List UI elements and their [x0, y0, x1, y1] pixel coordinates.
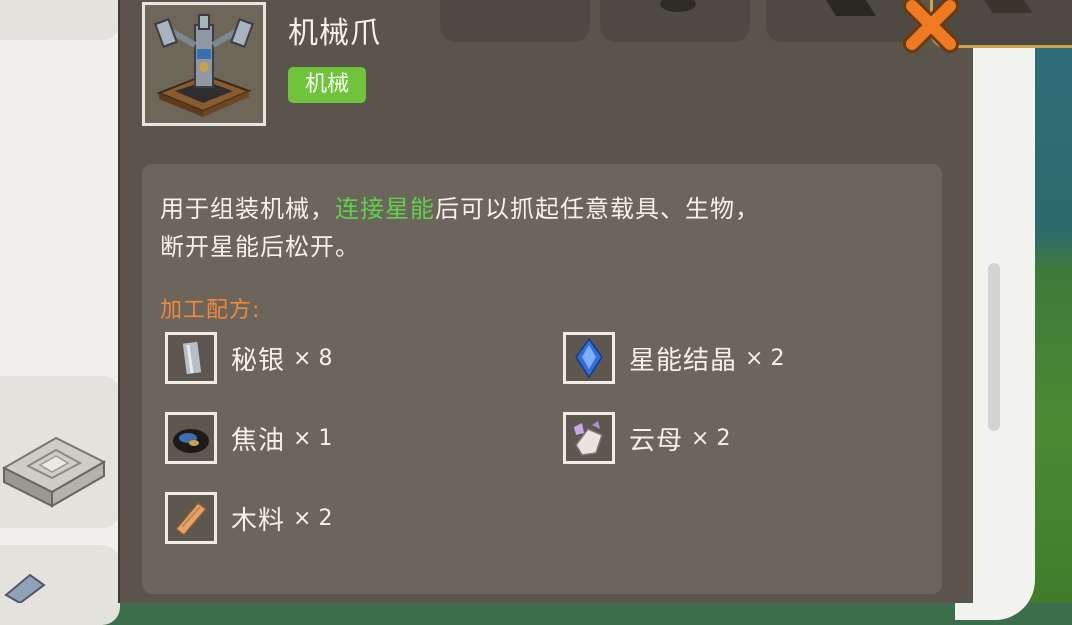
- ingredient-name: 星能结晶: [629, 345, 738, 376]
- ingredient-item[interactable]: 木料 × 2: [165, 492, 332, 544]
- ingredient-item[interactable]: 星能结晶 × 2: [563, 332, 784, 384]
- ingredient-name: 焦油: [231, 425, 286, 456]
- description-text: 断开星能后松开。: [160, 233, 360, 261]
- item-thumbnail-icon: [660, 0, 696, 12]
- item-thumbnail-icon: [0, 0, 120, 20]
- item-thumbnail-icon: [826, 0, 876, 16]
- mica-icon: [563, 412, 615, 464]
- list-item[interactable]: [0, 0, 120, 40]
- mechanical-claw-icon: [154, 14, 254, 117]
- item-slot[interactable]: [600, 0, 750, 42]
- list-item[interactable]: [0, 545, 120, 625]
- item-title: 机械爪: [288, 16, 381, 51]
- list-item[interactable]: [0, 376, 120, 528]
- ingredient-name: 木料: [231, 505, 286, 536]
- ingredient-item[interactable]: 云母 × 2: [563, 412, 730, 464]
- ingredient-qty: × 8: [293, 345, 333, 371]
- description-text: 用于组装机械，: [160, 195, 335, 223]
- ingredient-qty: × 2: [745, 345, 785, 371]
- ingredient-name: 云母: [629, 425, 684, 456]
- description-highlight: 连接星能: [335, 195, 435, 223]
- item-slot[interactable]: [440, 0, 590, 42]
- game-background: [1030, 0, 1072, 603]
- stone-block-icon: [1, 436, 107, 508]
- ingredient-qty: × 2: [691, 425, 731, 451]
- mithril-icon: [165, 332, 217, 384]
- ingredient-item[interactable]: 秘银 × 8: [165, 332, 332, 384]
- recipe-title: 加工配方:: [160, 298, 261, 323]
- ingredient-qty: × 1: [293, 425, 333, 451]
- wood-icon: [165, 492, 217, 544]
- item-image-frame: [142, 2, 266, 126]
- item-description: 用于组装机械，连接星能后可以抓起任意载具、生物， 断开星能后松开。: [160, 190, 920, 266]
- item-thumbnail-icon: [4, 573, 46, 605]
- ingredient-name: 秘银: [231, 345, 286, 376]
- ingredient-item[interactable]: 焦油 × 1: [165, 412, 332, 464]
- star-crystal-icon: [563, 332, 615, 384]
- tar-icon: [165, 412, 217, 464]
- description-text: 后可以抓起任意载具、生物，: [435, 195, 760, 223]
- scrollbar[interactable]: [988, 263, 1000, 431]
- item-category-tag: 机械: [288, 67, 366, 103]
- ingredient-qty: × 2: [293, 505, 333, 531]
- close-button[interactable]: [898, 0, 964, 58]
- close-icon: [903, 0, 959, 53]
- item-slot[interactable]: [766, 0, 916, 42]
